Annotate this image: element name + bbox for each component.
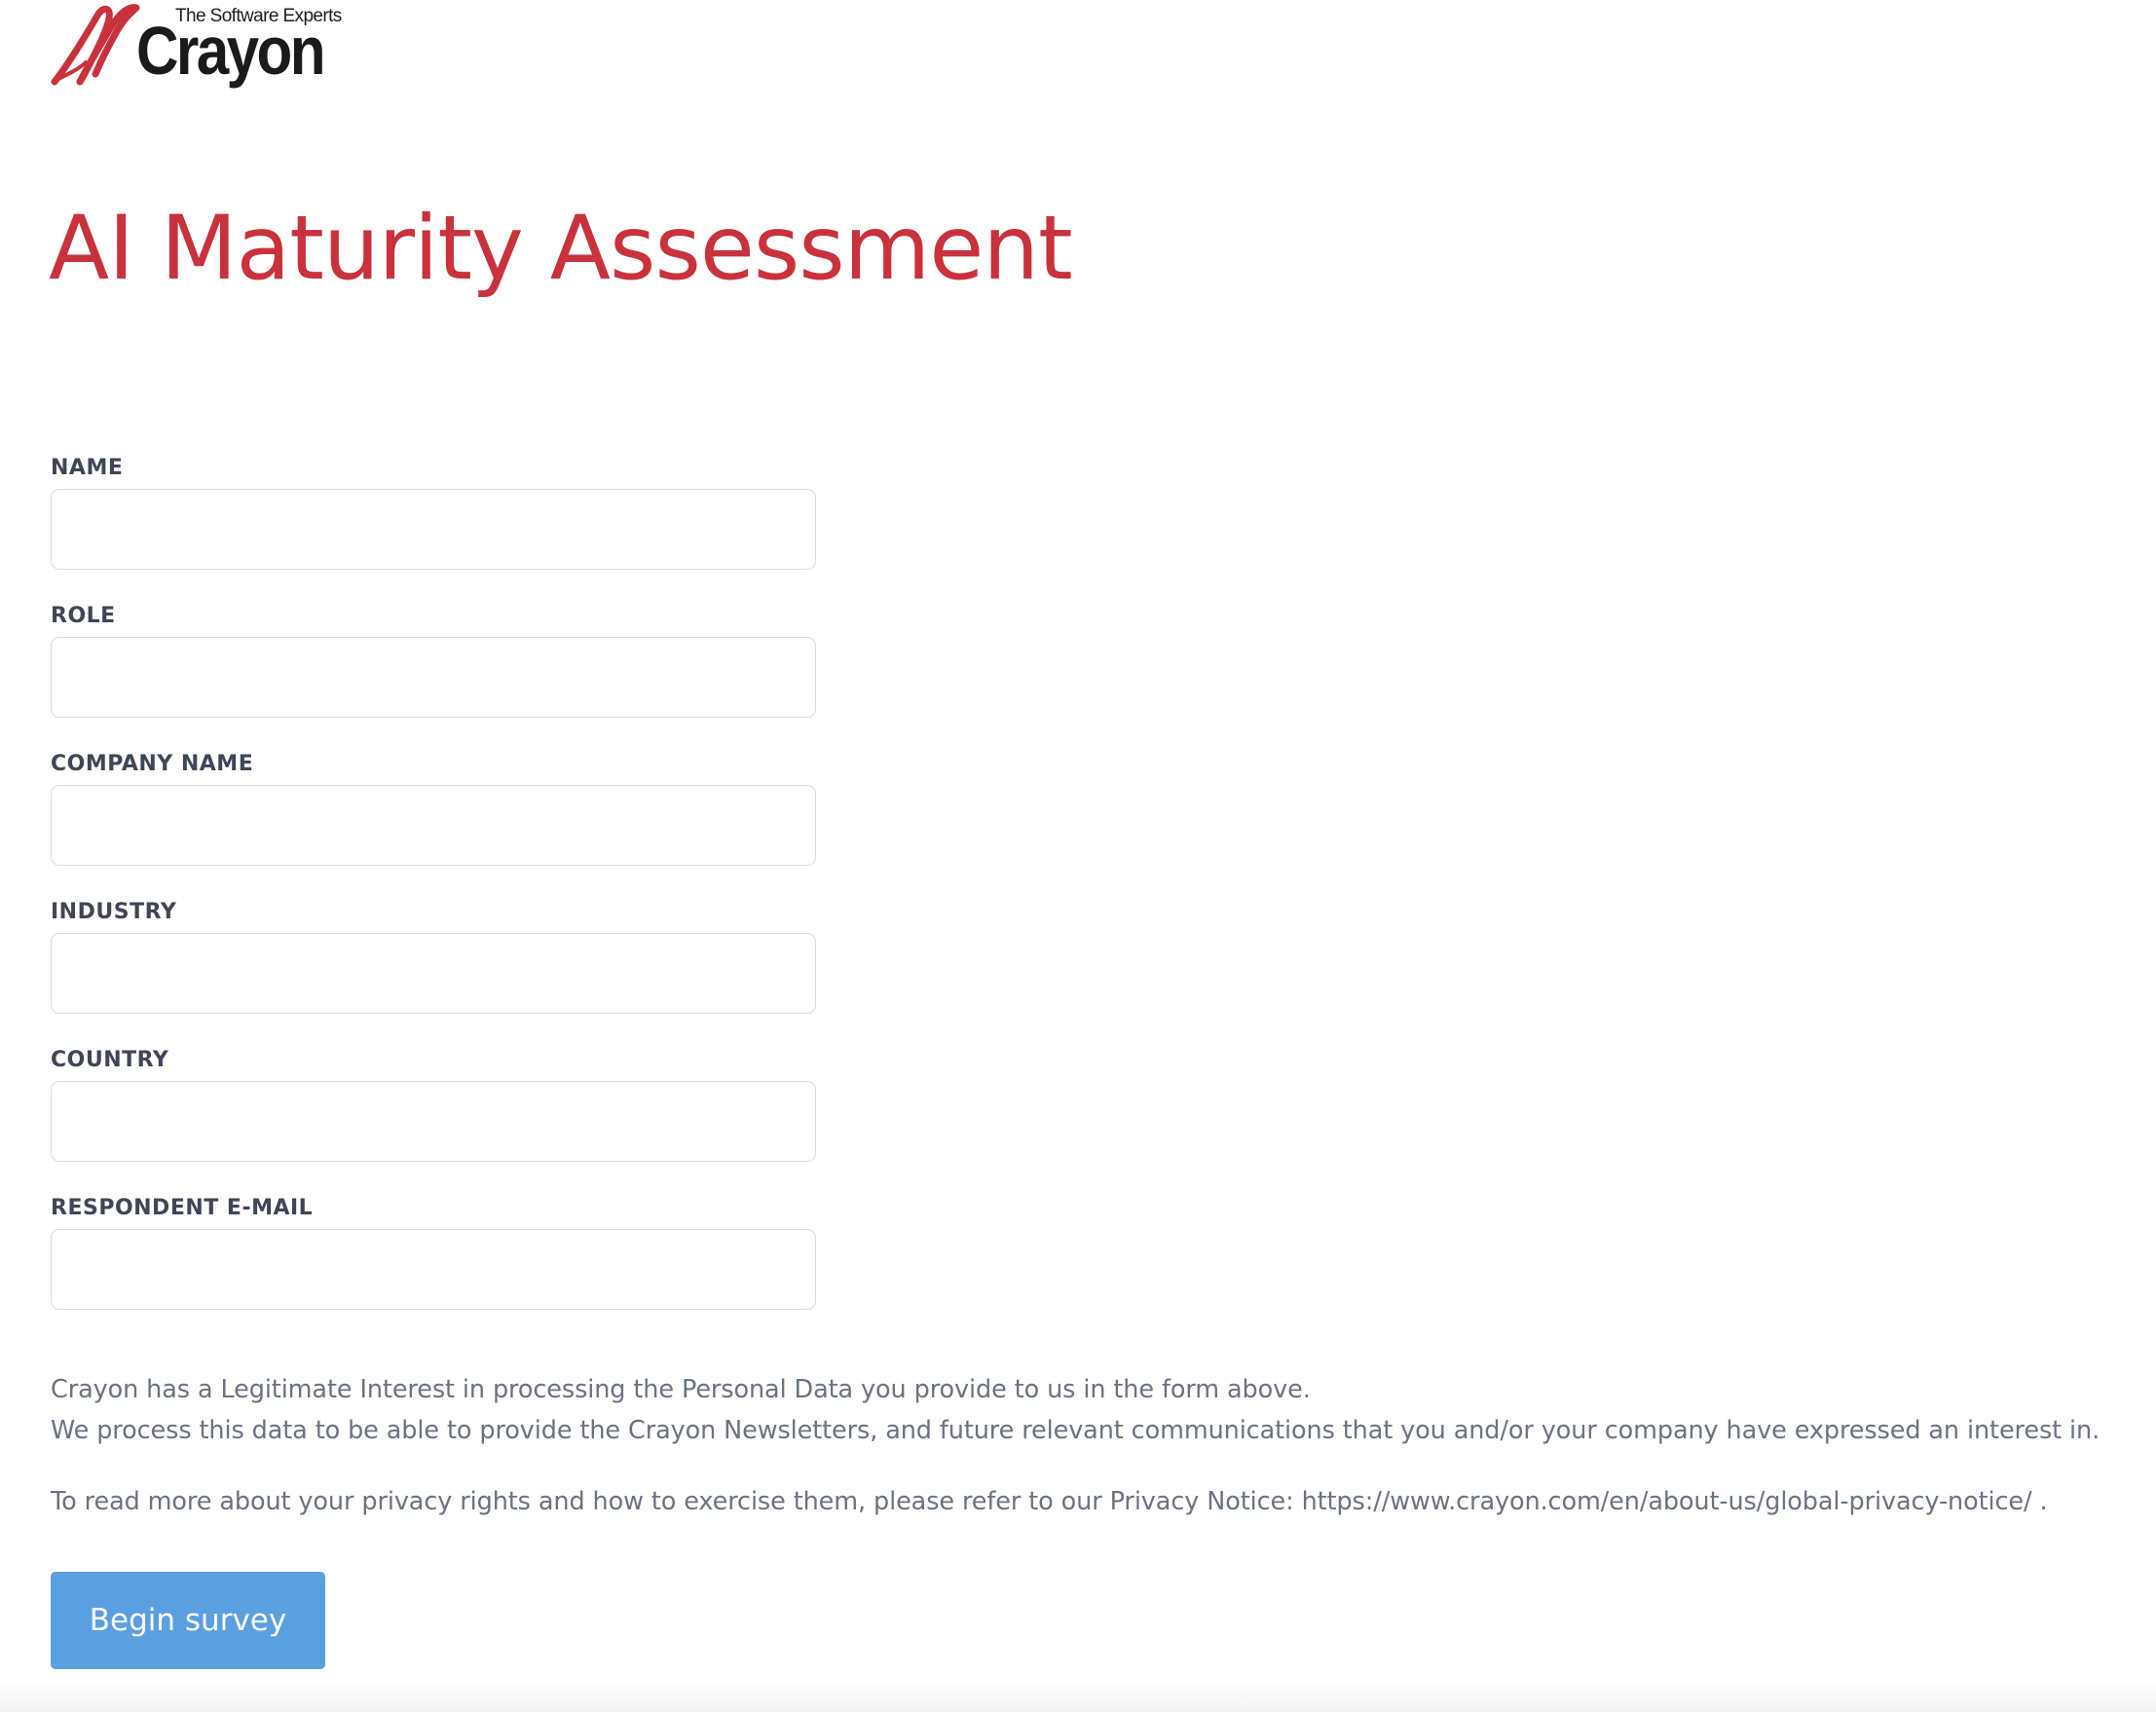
- name-input[interactable]: [51, 489, 816, 570]
- privacy-notice: Crayon has a Legitimate Interest in proc…: [51, 1369, 2135, 1522]
- bottom-shade: [0, 1677, 2156, 1712]
- email-input[interactable]: [51, 1229, 816, 1310]
- begin-survey-button[interactable]: Begin survey: [51, 1572, 325, 1669]
- role-input[interactable]: [51, 637, 816, 718]
- email-label: RESPONDENT E-MAIL: [51, 1196, 314, 1220]
- country-field-group: COUNTRY: [51, 1044, 820, 1192]
- company-name-field-group: COMPANY NAME: [51, 748, 820, 896]
- notice-line-privacy-link: To read more about your privacy rights a…: [51, 1487, 2048, 1516]
- country-label: COUNTRY: [51, 1048, 169, 1072]
- role-field-group: ROLE: [51, 600, 820, 748]
- country-input[interactable]: [51, 1081, 816, 1162]
- respondent-form: NAME ROLE COMPANY NAME INDUSTRY COUNTRY …: [51, 452, 820, 1340]
- company-name-input[interactable]: [51, 785, 816, 866]
- crayon-logo[interactable]: The Software Experts Crayon: [51, 4, 343, 93]
- industry-field-group: INDUSTRY: [51, 896, 820, 1044]
- company-name-label: COMPANY NAME: [51, 752, 254, 776]
- industry-label: INDUSTRY: [51, 900, 177, 924]
- name-label: NAME: [51, 456, 124, 480]
- logo-wordmark: Crayon: [136, 13, 326, 89]
- notice-line-purpose: We process this data to be able to provi…: [51, 1416, 2100, 1445]
- notice-line-interest: Crayon has a Legitimate Interest in proc…: [51, 1375, 1311, 1404]
- name-field-group: NAME: [51, 452, 820, 600]
- page-title: AI Maturity Assessment: [49, 198, 1073, 300]
- survey-page: The Software Experts Crayon AI Maturity …: [0, 0, 2156, 1712]
- crayon-swoosh-icon: [51, 4, 140, 86]
- industry-input[interactable]: [51, 933, 816, 1014]
- role-label: ROLE: [51, 604, 116, 628]
- email-field-group: RESPONDENT E-MAIL: [51, 1192, 820, 1340]
